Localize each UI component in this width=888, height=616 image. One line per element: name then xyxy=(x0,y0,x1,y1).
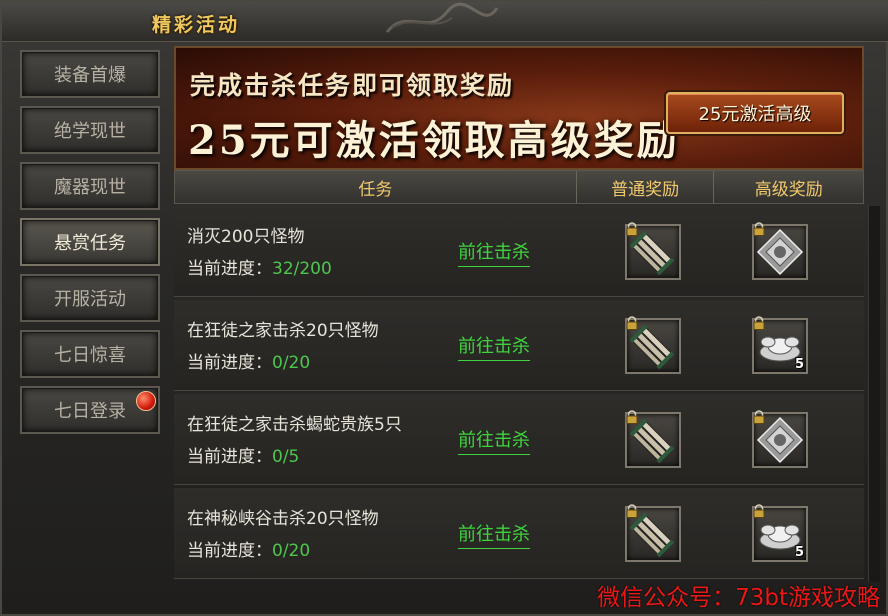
lock-icon xyxy=(753,504,765,518)
lock-icon xyxy=(753,410,765,424)
sidebar-item-6[interactable]: 七日登录 xyxy=(20,386,160,434)
task-row: 在狂徒之家击杀20只怪物 当前进度：0/20 前往击杀 5 xyxy=(174,300,864,391)
sidebar-item-2[interactable]: 魔器现世 xyxy=(20,162,160,210)
dragon-ornament-icon xyxy=(385,2,499,33)
sidebar-item-label: 七日惊喜 xyxy=(54,345,126,366)
header-task: 任务 xyxy=(358,179,393,200)
promo-banner: 完成击杀任务即可领取奖励 25元可激活领取高级奖励 25元激活高级 xyxy=(174,46,864,170)
sidebar-item-label: 悬赏任务 xyxy=(54,233,126,254)
activate-advanced-button[interactable]: 25元激活高级 xyxy=(666,92,844,134)
go-kill-link[interactable]: 前往击杀 xyxy=(458,238,530,267)
task-row: 消灭200只怪物 当前进度：32/200 前往击杀 xyxy=(174,206,864,297)
sidebar-item-label: 魔器现世 xyxy=(54,177,126,198)
window-title: 精彩活动 xyxy=(152,14,241,36)
watermark: 微信公众号：73bt游戏攻略 xyxy=(597,585,880,611)
advanced-reward-slot[interactable]: 5 xyxy=(752,316,808,374)
item-count: 5 xyxy=(794,545,804,560)
task-name: 在狂徒之家击杀蝎蛇贵族5只 xyxy=(187,415,402,435)
table-header: 任务 普通奖励 高级奖励 xyxy=(174,170,864,204)
sidebar-item-0[interactable]: 装备首爆 xyxy=(20,50,160,98)
item-count: 5 xyxy=(794,357,804,372)
activity-window: 精彩活动 装备首爆绝学现世魔器现世悬赏任务开服活动七日惊喜七日登录 完成击杀任务… xyxy=(0,0,888,616)
lock-icon xyxy=(753,316,765,330)
advanced-reward-slot[interactable] xyxy=(752,222,808,280)
sidebar-item-5[interactable]: 七日惊喜 xyxy=(20,330,160,378)
lock-icon xyxy=(753,222,765,236)
normal-reward-slot[interactable] xyxy=(625,504,681,562)
task-progress: 当前进度：0/5 xyxy=(187,442,299,467)
lock-icon xyxy=(626,410,638,424)
progress-label: 当前进度： xyxy=(187,353,272,373)
go-kill-link[interactable]: 前往击杀 xyxy=(458,426,530,455)
task-row: 在神秘峡谷击杀20只怪物 当前进度：0/20 前往击杀 5 xyxy=(174,488,864,579)
task-progress: 当前进度：32/200 xyxy=(187,254,332,279)
task-row: 在狂徒之家击杀蝎蛇贵族5只 当前进度：0/5 前往击杀 xyxy=(174,394,864,485)
sidebar-item-1[interactable]: 绝学现世 xyxy=(20,106,160,154)
progress-label: 当前进度： xyxy=(187,541,272,561)
lock-icon xyxy=(626,504,638,518)
go-kill-link[interactable]: 前往击杀 xyxy=(458,520,530,549)
progress-value: 0/5 xyxy=(272,447,300,467)
header-advanced-reward: 高级奖励 xyxy=(713,171,863,203)
sidebar-item-label: 装备首爆 xyxy=(54,65,126,86)
lock-icon xyxy=(626,222,638,236)
advanced-reward-slot[interactable] xyxy=(752,410,808,468)
go-kill-link[interactable]: 前往击杀 xyxy=(458,332,530,361)
task-progress: 当前进度：0/20 xyxy=(187,348,310,373)
sidebar-item-3[interactable]: 悬赏任务 xyxy=(20,218,160,266)
task-name: 消灭200只怪物 xyxy=(187,227,305,247)
banner-headline: 完成击杀任务即可领取奖励 xyxy=(190,71,515,100)
title-bar: 精彩活动 xyxy=(2,2,888,42)
progress-label: 当前进度： xyxy=(187,259,272,279)
lock-icon xyxy=(626,316,638,330)
normal-reward-slot[interactable] xyxy=(625,316,681,374)
sidebar-item-label: 绝学现世 xyxy=(54,121,126,142)
notification-dot-icon xyxy=(136,391,156,411)
sidebar-item-label: 开服活动 xyxy=(54,289,126,310)
task-progress: 当前进度：0/20 xyxy=(187,536,310,561)
progress-value: 0/20 xyxy=(272,541,311,561)
task-name: 在狂徒之家击杀20只怪物 xyxy=(187,321,379,341)
progress-value: 0/20 xyxy=(272,353,311,373)
header-normal-reward: 普通奖励 xyxy=(575,171,714,203)
normal-reward-slot[interactable] xyxy=(625,222,681,280)
banner-subheadline: 25元可激活领取高级奖励 xyxy=(188,117,680,164)
advanced-reward-slot[interactable]: 5 xyxy=(752,504,808,562)
normal-reward-slot[interactable] xyxy=(625,410,681,468)
sidebar-item-4[interactable]: 开服活动 xyxy=(20,274,160,322)
scrollbar[interactable] xyxy=(868,206,880,582)
sidebar-item-label: 七日登录 xyxy=(54,401,126,422)
sidebar: 装备首爆绝学现世魔器现世悬赏任务开服活动七日惊喜七日登录 xyxy=(20,50,162,442)
progress-value: 32/200 xyxy=(272,259,332,279)
task-list: 消灭200只怪物 当前进度：32/200 前往击杀 在狂徒之家击杀20只怪物 当前进度：… xyxy=(174,206,864,582)
task-name: 在神秘峡谷击杀20只怪物 xyxy=(187,509,379,529)
progress-label: 当前进度： xyxy=(187,447,272,467)
